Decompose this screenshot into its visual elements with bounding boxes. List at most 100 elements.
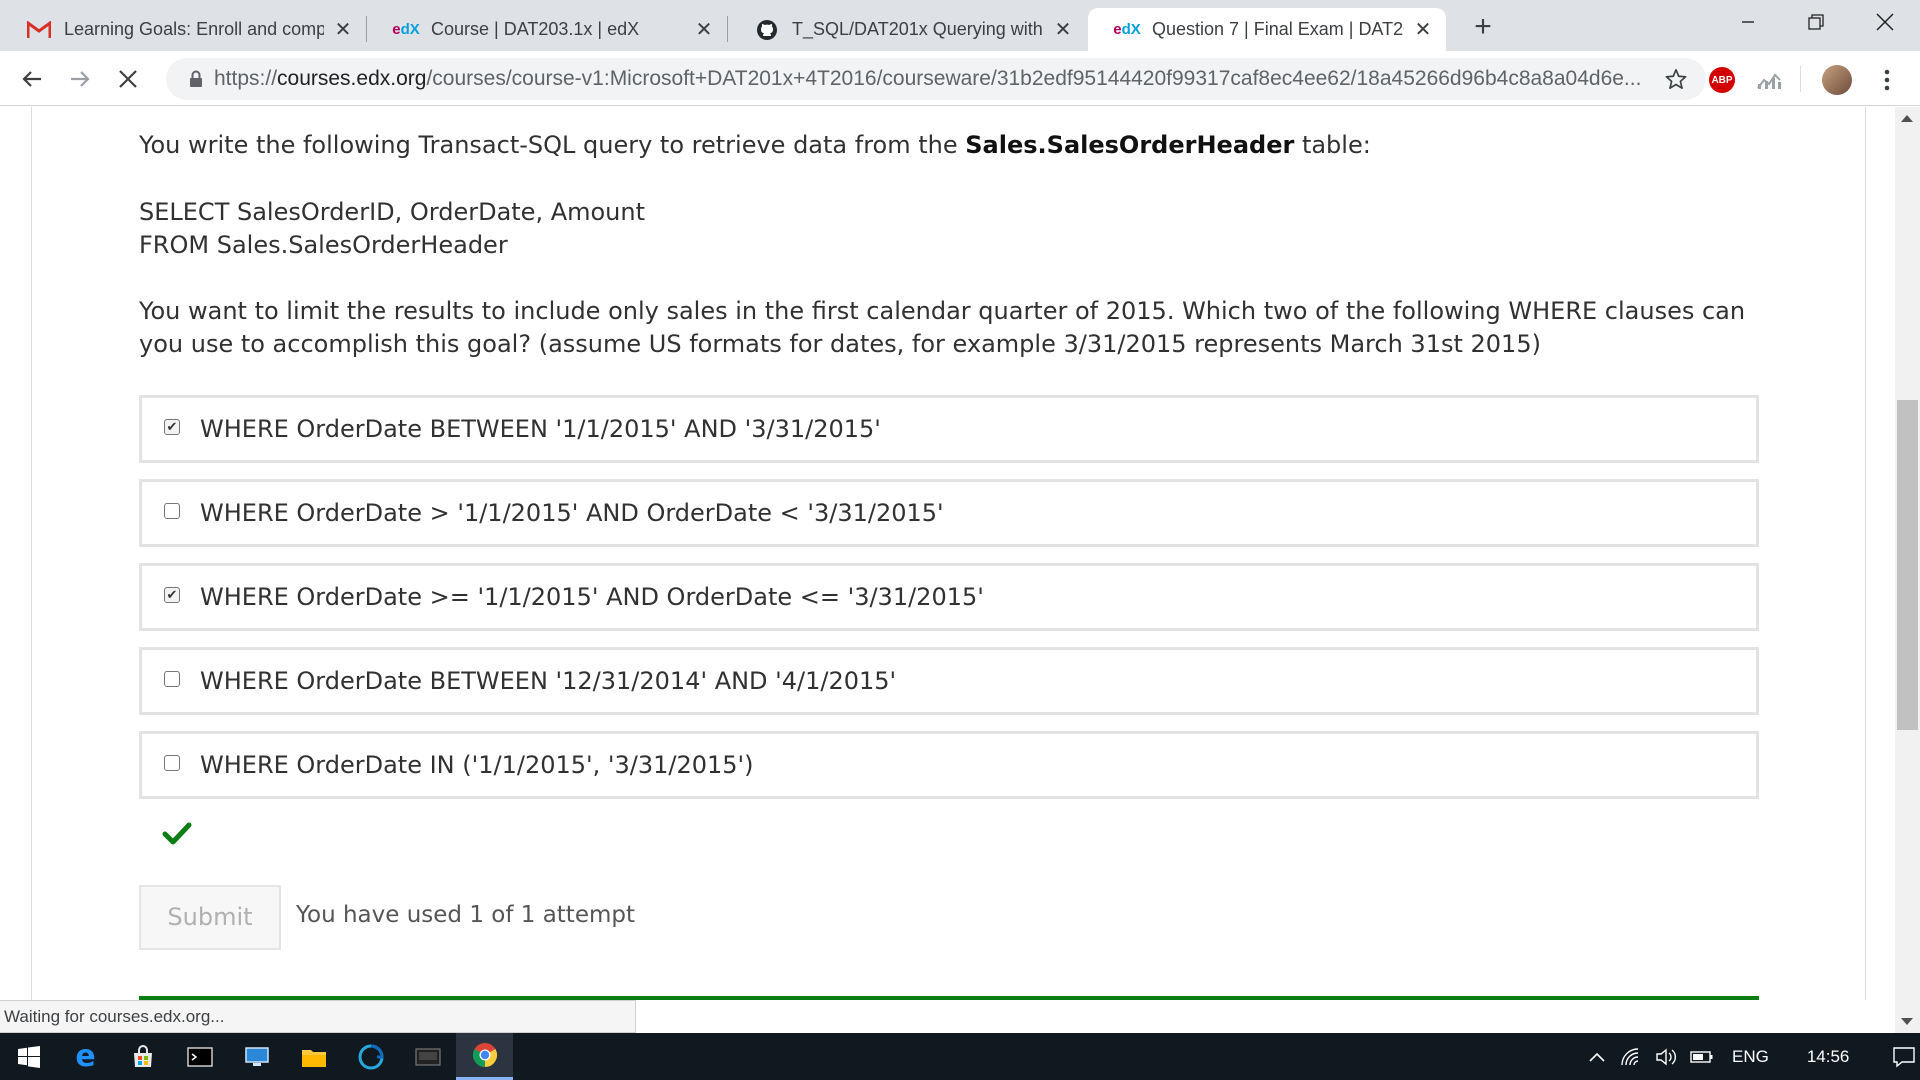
scrollbar-thumb[interactable] — [1897, 400, 1918, 730]
checkmark-icon — [162, 822, 192, 845]
query-line-2: FROM Sales.SalesOrderHeader — [139, 231, 508, 259]
menu-button[interactable] — [1872, 65, 1902, 95]
question-prompt: You want to limit the results to include… — [139, 297, 1746, 358]
choice-label: WHERE OrderDate IN ('1/1/2015', '3/31/20… — [200, 750, 754, 779]
media-icon — [414, 1047, 441, 1066]
tab-strip: Learning Goals: Enroll and compl ✕ e dX C… — [0, 0, 1920, 51]
language-indicator[interactable]: ENG — [1732, 1047, 1769, 1067]
arrow-left-icon — [22, 71, 41, 87]
taskbar-chrome[interactable] — [456, 1033, 513, 1080]
remote-desktop-icon — [244, 1046, 269, 1066]
store-icon — [133, 1044, 152, 1067]
choice-option-3[interactable]: ✔ WHERE OrderDate >= '1/1/2015' AND Orde… — [139, 563, 1759, 631]
bar-chart-icon — [1757, 73, 1781, 89]
profile-button[interactable] — [1822, 65, 1852, 95]
system-tray: ENG 14:56 — [1582, 1033, 1919, 1080]
action-center-icon[interactable] — [1889, 1046, 1919, 1068]
volume-icon[interactable] — [1648, 1048, 1684, 1066]
forward-button[interactable] — [62, 61, 98, 97]
start-button[interactable] — [0, 1033, 57, 1080]
arrow-right-icon — [71, 71, 90, 87]
tab-title: Question 7 | Final Exam | DAT201 — [1152, 19, 1404, 39]
choice-option-5[interactable]: WHERE OrderDate IN ('1/1/2015', '3/31/20… — [139, 731, 1759, 799]
scroll-up-arrow-icon[interactable] — [1901, 115, 1913, 122]
browser-toolbar: https://courses.edx.org/courses/course-v… — [0, 51, 1920, 106]
stop-loading-button[interactable] — [110, 61, 146, 97]
status-bubble: Waiting for courses.edx.org... — [0, 1000, 636, 1033]
adblock-icon: ABP — [1709, 67, 1735, 93]
battery-icon[interactable] — [1684, 1050, 1720, 1064]
edx-icon: e dX — [1113, 21, 1141, 38]
more-vert-icon — [1884, 69, 1890, 91]
taskbar-media[interactable] — [399, 1033, 456, 1080]
wifi-icon[interactable] — [1612, 1047, 1648, 1066]
choice-label: WHERE OrderDate >= '1/1/2015' AND OrderD… — [200, 582, 984, 611]
chrome-icon — [472, 1043, 497, 1067]
taskbar-remote-desktop[interactable] — [228, 1033, 285, 1080]
bookmark-star-icon[interactable] — [1656, 68, 1696, 90]
checkbox-unchecked[interactable] — [164, 755, 180, 771]
url-path: /courses/course-v1:Microsoft+DAT201x+4T2… — [426, 67, 1642, 90]
close-icon[interactable]: ✕ — [693, 19, 715, 41]
tab-github[interactable]: T_SQL/DAT201x Querying with Tr ✕ — [728, 8, 1086, 51]
page-border — [1865, 107, 1866, 1000]
firefox-sync-icon — [358, 1044, 384, 1069]
lock-icon — [178, 70, 214, 88]
taskbar-file-explorer[interactable] — [285, 1033, 342, 1080]
intro-table-name: Sales.SalesOrderHeader — [965, 131, 1295, 159]
question-intro: You write the following Transact-SQL que… — [139, 129, 1371, 162]
taskbar-sync-app[interactable] — [342, 1033, 399, 1080]
taskbar-edge[interactable]: e — [57, 1033, 114, 1080]
chevron-up-icon[interactable] — [1582, 1052, 1612, 1062]
submit-button[interactable]: Submit — [139, 885, 281, 950]
checkbox-checked[interactable]: ✔ — [164, 587, 180, 603]
choice-option-4[interactable]: WHERE OrderDate BETWEEN '12/31/2014' AND… — [139, 647, 1759, 715]
restore-icon — [1808, 14, 1824, 30]
tab-title: Course | DAT203.1x | edX — [431, 19, 640, 39]
tab-gmail[interactable]: Learning Goals: Enroll and compl ✕ — [0, 8, 366, 51]
attempts-text: You have used 1 of 1 attempt — [296, 902, 635, 928]
intro-prefix: You write the following Transact-SQL que… — [139, 131, 966, 159]
minimize-icon — [1742, 21, 1754, 23]
close-icon[interactable]: ✕ — [332, 19, 354, 41]
edx-icon: e dX — [392, 21, 420, 38]
choice-label: WHERE OrderDate > '1/1/2015' AND OrderDa… — [200, 498, 944, 527]
back-button[interactable] — [14, 61, 50, 97]
choice-label: WHERE OrderDate BETWEEN '1/1/2015' AND '… — [200, 414, 881, 443]
choice-option-2[interactable]: WHERE OrderDate > '1/1/2015' AND OrderDa… — [139, 479, 1759, 547]
avatar — [1822, 65, 1852, 95]
tab-question-active[interactable]: e dX Question 7 | Final Exam | DAT201 ✕ — [1088, 8, 1446, 51]
choice-option-1[interactable]: ✔ WHERE OrderDate BETWEEN '1/1/2015' AND… — [139, 395, 1759, 463]
minimize-button[interactable] — [1713, 0, 1783, 44]
taskbar-terminal[interactable] — [171, 1033, 228, 1080]
edge-icon: e — [75, 1039, 96, 1074]
taskbar-store[interactable] — [114, 1033, 171, 1080]
scrollbar[interactable] — [1895, 107, 1920, 1033]
intro-suffix: table: — [1294, 131, 1371, 159]
close-icon — [1876, 13, 1894, 31]
tab-title: Learning Goals: Enroll and compl — [64, 19, 324, 39]
address-bar[interactable]: https://courses.edx.org/courses/course-v… — [166, 58, 1706, 100]
close-window-button[interactable] — [1850, 0, 1920, 44]
terminal-icon — [186, 1046, 213, 1067]
tab-edx-course[interactable]: e dX Course | DAT203.1x | edX ✕ — [367, 8, 727, 51]
url-scheme: https:// — [214, 67, 278, 90]
choice-label: WHERE OrderDate BETWEEN '12/31/2014' AND… — [200, 666, 897, 695]
scroll-down-arrow-icon[interactable] — [1901, 1018, 1913, 1025]
checkbox-unchecked[interactable] — [164, 671, 180, 687]
new-tab-button[interactable]: + — [1466, 10, 1500, 44]
file-explorer-icon — [301, 1049, 326, 1067]
github-icon — [754, 19, 780, 40]
tab-title: T_SQL/DAT201x Querying with Tr — [792, 19, 1044, 39]
close-icon[interactable]: ✕ — [1052, 19, 1074, 41]
close-icon[interactable]: ✕ — [1412, 19, 1434, 41]
restore-button[interactable] — [1781, 0, 1851, 44]
url-host: courses.edx.org — [277, 67, 427, 90]
checkbox-checked[interactable]: ✔ — [164, 419, 180, 435]
checkbox-unchecked[interactable] — [164, 503, 180, 519]
extension-chart[interactable] — [1754, 65, 1784, 95]
gmail-icon — [26, 20, 52, 40]
clock[interactable]: 14:56 — [1807, 1047, 1850, 1067]
toolbar-separator — [1800, 66, 1801, 92]
adblock-extension[interactable]: ABP — [1707, 65, 1737, 95]
